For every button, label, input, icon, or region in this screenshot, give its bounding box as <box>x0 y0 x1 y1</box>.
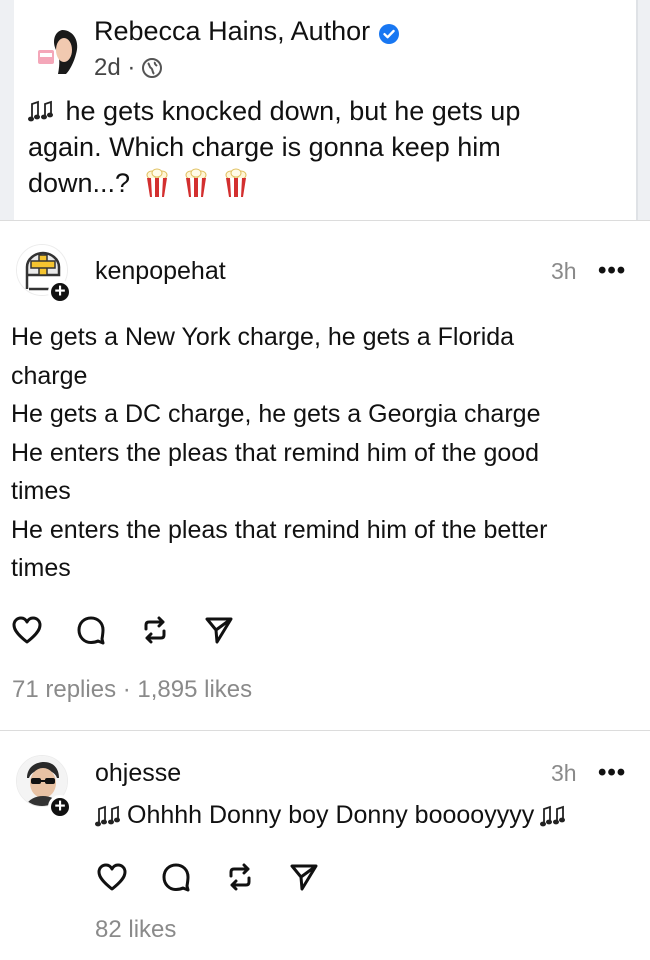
facebook-author-name[interactable]: Rebecca Hains, Author <box>94 16 400 47</box>
thread-timestamp: 3h <box>551 258 577 284</box>
thread-text-line: He enters the pleas that remind him of t… <box>11 438 540 467</box>
post-text-line-3-text: down...? <box>28 168 131 198</box>
post-text-line-3: down...? <box>28 165 633 201</box>
facebook-author-avatar[interactable] <box>30 20 88 78</box>
facebook-post-meta: 2d · <box>94 54 163 82</box>
ohjesse-avatar[interactable]: + <box>12 755 74 819</box>
thread-text-line: charge <box>11 361 88 390</box>
more-options-icon[interactable]: ••• <box>598 257 626 285</box>
verified-badge-icon <box>378 21 400 44</box>
thread-username[interactable]: ohjesse <box>95 759 181 788</box>
post-text-line-1-text: he gets knocked down, but he gets up <box>65 96 521 126</box>
send-icon[interactable] <box>202 613 236 647</box>
kenpopehat-avatar[interactable]: + <box>12 244 74 306</box>
facebook-post-card: Rebecca Hains, Author 2d · he gets knock… <box>14 0 638 220</box>
heart-icon[interactable] <box>95 860 129 894</box>
thread-timestamp: 3h <box>551 760 577 786</box>
popcorn-icon <box>144 168 170 198</box>
music-notes-icon <box>540 802 570 828</box>
popcorn-icon <box>183 168 209 198</box>
section-divider <box>0 730 650 731</box>
repost-icon[interactable] <box>223 860 257 894</box>
shared-facebook-post: Rebecca Hains, Author 2d · he gets knock… <box>0 0 650 220</box>
follow-plus-icon[interactable]: + <box>48 795 72 819</box>
repost-icon[interactable] <box>138 613 172 647</box>
music-notes-icon <box>95 802 125 828</box>
music-notes-icon <box>28 97 58 123</box>
comment-icon[interactable] <box>159 860 193 894</box>
thread-stats[interactable]: 71 replies · 1,895 likes <box>12 676 252 704</box>
popcorn-icon <box>223 168 249 198</box>
thread-text-line: He enters the pleas that remind him of t… <box>11 515 548 544</box>
comment-icon[interactable] <box>74 613 108 647</box>
post-text-line-1: he gets knocked down, but he gets up <box>28 93 633 129</box>
facebook-post-text: he gets knocked down, but he gets up aga… <box>28 93 633 201</box>
send-icon[interactable] <box>287 860 321 894</box>
thread-stats[interactable]: 82 likes <box>95 916 176 944</box>
thread-post-text: Ohhhh Donny boy Donny booooyyyy <box>95 796 645 835</box>
heart-icon[interactable] <box>10 613 44 647</box>
thread-post-text: He gets a New York charge, he gets a Flo… <box>11 318 641 588</box>
section-divider <box>0 220 650 221</box>
globe-icon <box>141 57 163 79</box>
thread-text-line: He gets a DC charge, he gets a Georgia c… <box>11 400 541 428</box>
more-options-icon[interactable]: ••• <box>598 759 626 787</box>
thread-text-line: times <box>11 554 71 582</box>
post-time[interactable]: 2d · <box>94 54 135 82</box>
post-text-line-2: again. Which charge is gonna keep him <box>28 132 501 162</box>
thread-text-line: times <box>11 477 71 505</box>
thread-actions <box>10 613 266 647</box>
thread-actions <box>95 860 351 894</box>
author-name-text[interactable]: Rebecca Hains, Author <box>94 16 370 47</box>
thread-text-line: He gets a New York charge, he gets a Flo… <box>11 323 515 351</box>
thread-text-line: Ohhhh Donny boy Donny booooyyyy <box>127 801 535 829</box>
thread-username[interactable]: kenpopehat <box>95 257 226 286</box>
follow-plus-icon[interactable]: + <box>48 280 72 304</box>
